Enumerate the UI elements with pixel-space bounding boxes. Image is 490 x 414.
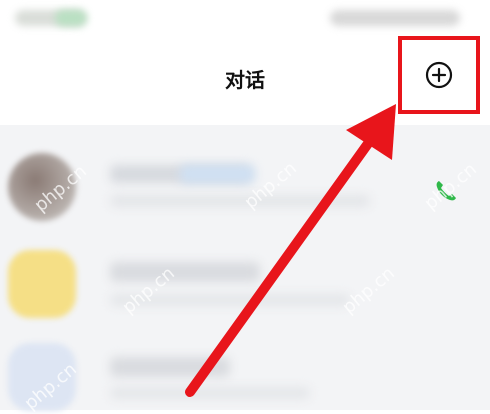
add-button-highlight[interactable] <box>398 36 480 114</box>
conversation-name-blur <box>110 357 230 377</box>
plus-circle-icon[interactable] <box>425 61 453 89</box>
status-bar <box>0 0 490 40</box>
conversation-tag-blur <box>180 165 255 183</box>
status-left-blur-accent <box>55 10 87 26</box>
conversation-name-blur <box>110 262 260 282</box>
status-right-blur <box>330 10 460 26</box>
conversation-row[interactable] <box>0 220 490 318</box>
conversation-preview-blur <box>110 387 310 399</box>
avatar <box>8 250 76 318</box>
conversation-row[interactable] <box>0 315 490 411</box>
